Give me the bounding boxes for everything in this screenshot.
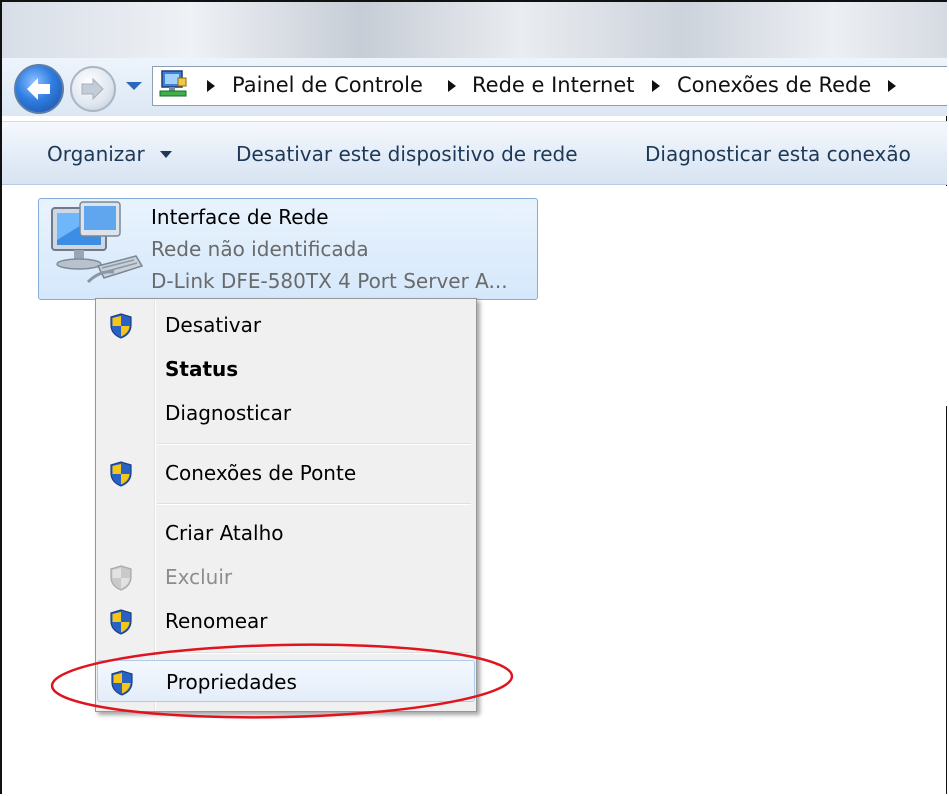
menu-item-status[interactable]: Status bbox=[97, 348, 475, 390]
menu-item-label: Conexões de Ponte bbox=[165, 461, 357, 485]
menu-item-label: Desativar bbox=[165, 313, 262, 337]
breadcrumb-network-internet[interactable]: Rede e Internet bbox=[472, 72, 634, 98]
menu-item-label: Diagnosticar bbox=[165, 401, 292, 425]
connection-device: D-Link DFE-580TX 4 Port Server A... bbox=[151, 269, 508, 293]
breadcrumb-arrow-icon[interactable] bbox=[650, 79, 662, 93]
menu-separator bbox=[157, 443, 471, 445]
menu-item-rename[interactable]: Renomear bbox=[97, 600, 475, 642]
menu-item-label: Renomear bbox=[165, 609, 268, 633]
breadcrumb-arrow-icon[interactable] bbox=[886, 79, 898, 93]
connection-name: Interface de Rede bbox=[151, 205, 329, 229]
disable-device-button[interactable]: Desativar este dispositivo de rede bbox=[236, 140, 578, 168]
diagnose-connection-button[interactable]: Diagnosticar esta conexão bbox=[645, 140, 911, 168]
network-adapter-icon bbox=[51, 201, 144, 284]
menu-item-bridge-connections[interactable]: Conexões de Ponte bbox=[97, 452, 475, 494]
forward-arrow-icon bbox=[81, 77, 104, 101]
highlight-ellipse-annotation bbox=[50, 643, 514, 719]
menu-item-delete: Excluir bbox=[97, 556, 475, 598]
content-pane bbox=[542, 186, 947, 406]
back-button[interactable] bbox=[14, 64, 64, 114]
breadcrumb-network-connections[interactable]: Conexões de Rede bbox=[677, 72, 871, 98]
menu-item-label: Criar Atalho bbox=[165, 521, 284, 545]
back-arrow-icon bbox=[27, 78, 50, 100]
chevron-down-icon[interactable] bbox=[159, 150, 173, 159]
uac-shield-icon bbox=[110, 313, 132, 339]
breadcrumb-arrow-icon[interactable] bbox=[205, 79, 217, 93]
forward-button[interactable] bbox=[70, 66, 116, 112]
title-bar bbox=[2, 2, 947, 60]
breadcrumb-control-panel[interactable]: Painel de Controle bbox=[232, 72, 423, 98]
network-connections-folder-icon bbox=[159, 70, 187, 97]
menu-item-label: Status bbox=[165, 357, 239, 381]
recent-pages-dropdown-icon[interactable] bbox=[124, 80, 144, 92]
uac-shield-icon bbox=[110, 609, 132, 635]
menu-item-create-shortcut[interactable]: Criar Atalho bbox=[97, 512, 475, 554]
uac-shield-icon bbox=[110, 461, 132, 487]
breadcrumb-arrow-icon[interactable] bbox=[446, 79, 458, 93]
menu-item-diagnose[interactable]: Diagnosticar bbox=[97, 392, 475, 434]
uac-shield-disabled-icon bbox=[110, 565, 132, 591]
menu-item-label: Excluir bbox=[165, 565, 233, 589]
menu-item-disable[interactable]: Desativar bbox=[97, 304, 475, 346]
menu-separator bbox=[157, 503, 471, 505]
connection-status: Rede não identificada bbox=[151, 237, 369, 261]
organize-button[interactable]: Organizar bbox=[47, 140, 145, 168]
